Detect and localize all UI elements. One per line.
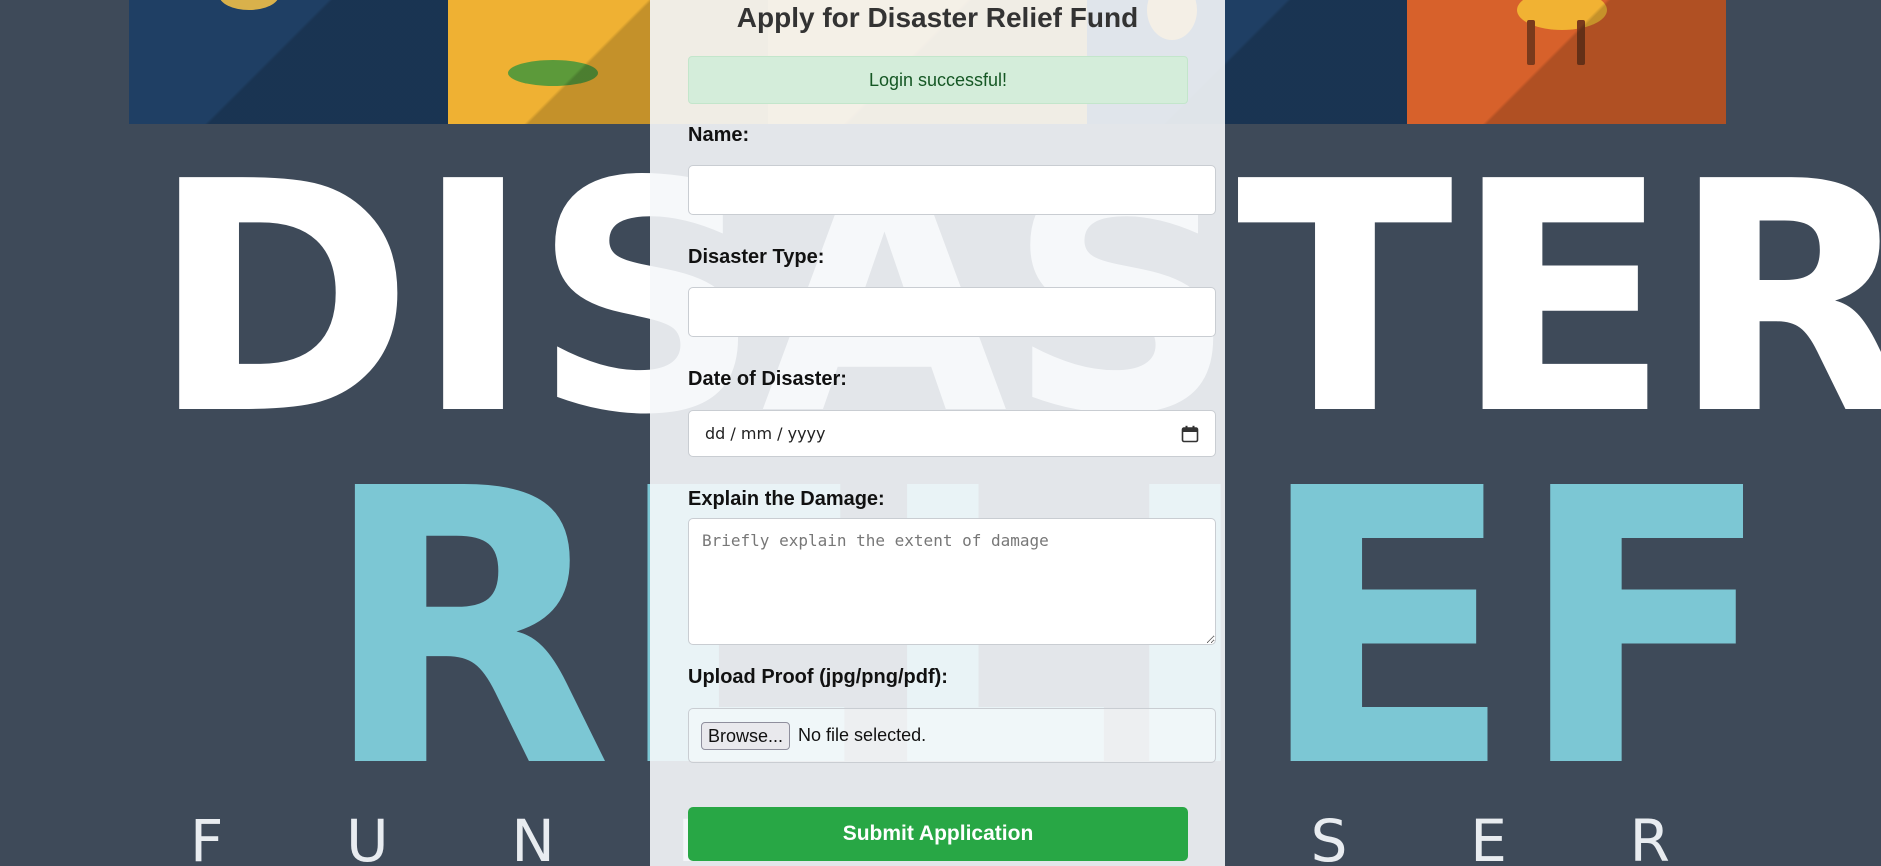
poster-tile	[129, 0, 449, 124]
success-alert: Login successful!	[688, 56, 1188, 104]
application-form-panel: Apply for Disaster Relief Fund Login suc…	[650, 0, 1225, 866]
date-placeholder: dd / mm / yyyy	[705, 424, 826, 443]
file-status: No file selected.	[798, 725, 927, 745]
damage-textarea[interactable]	[688, 518, 1216, 645]
poster-tile	[1406, 0, 1727, 124]
page-title: Apply for Disaster Relief Fund	[736, 2, 1139, 33]
browse-button[interactable]: Browse...	[701, 721, 791, 750]
name-label: Name:	[688, 124, 750, 146]
poster-letter: F	[1515, 408, 1775, 851]
poster-letter: E	[1470, 807, 1507, 866]
poster-letter: F	[190, 807, 224, 866]
disaster-type-input[interactable]	[688, 287, 1216, 337]
upload-label: Upload Proof (jpg/png/pdf):	[688, 666, 948, 688]
poster-letter: N	[511, 807, 555, 866]
date-input[interactable]: dd / mm / yyyy	[688, 410, 1216, 457]
damage-label: Explain the Damage:	[688, 488, 885, 510]
poster-letter: R	[320, 408, 613, 851]
submit-application-button[interactable]: Submit Application	[688, 807, 1188, 861]
poster-letter: R	[1629, 807, 1670, 866]
name-input[interactable]	[688, 165, 1216, 215]
disaster-type-label: Disaster Type:	[688, 246, 825, 268]
poster-letter: S	[1310, 807, 1348, 866]
file-upload-field[interactable]: Browse... No file selected.	[688, 708, 1216, 763]
poster-letter: U	[346, 807, 389, 866]
calendar-icon[interactable]	[1181, 425, 1199, 443]
poster-letter: E	[1255, 408, 1516, 851]
date-label: Date of Disaster:	[688, 368, 847, 390]
